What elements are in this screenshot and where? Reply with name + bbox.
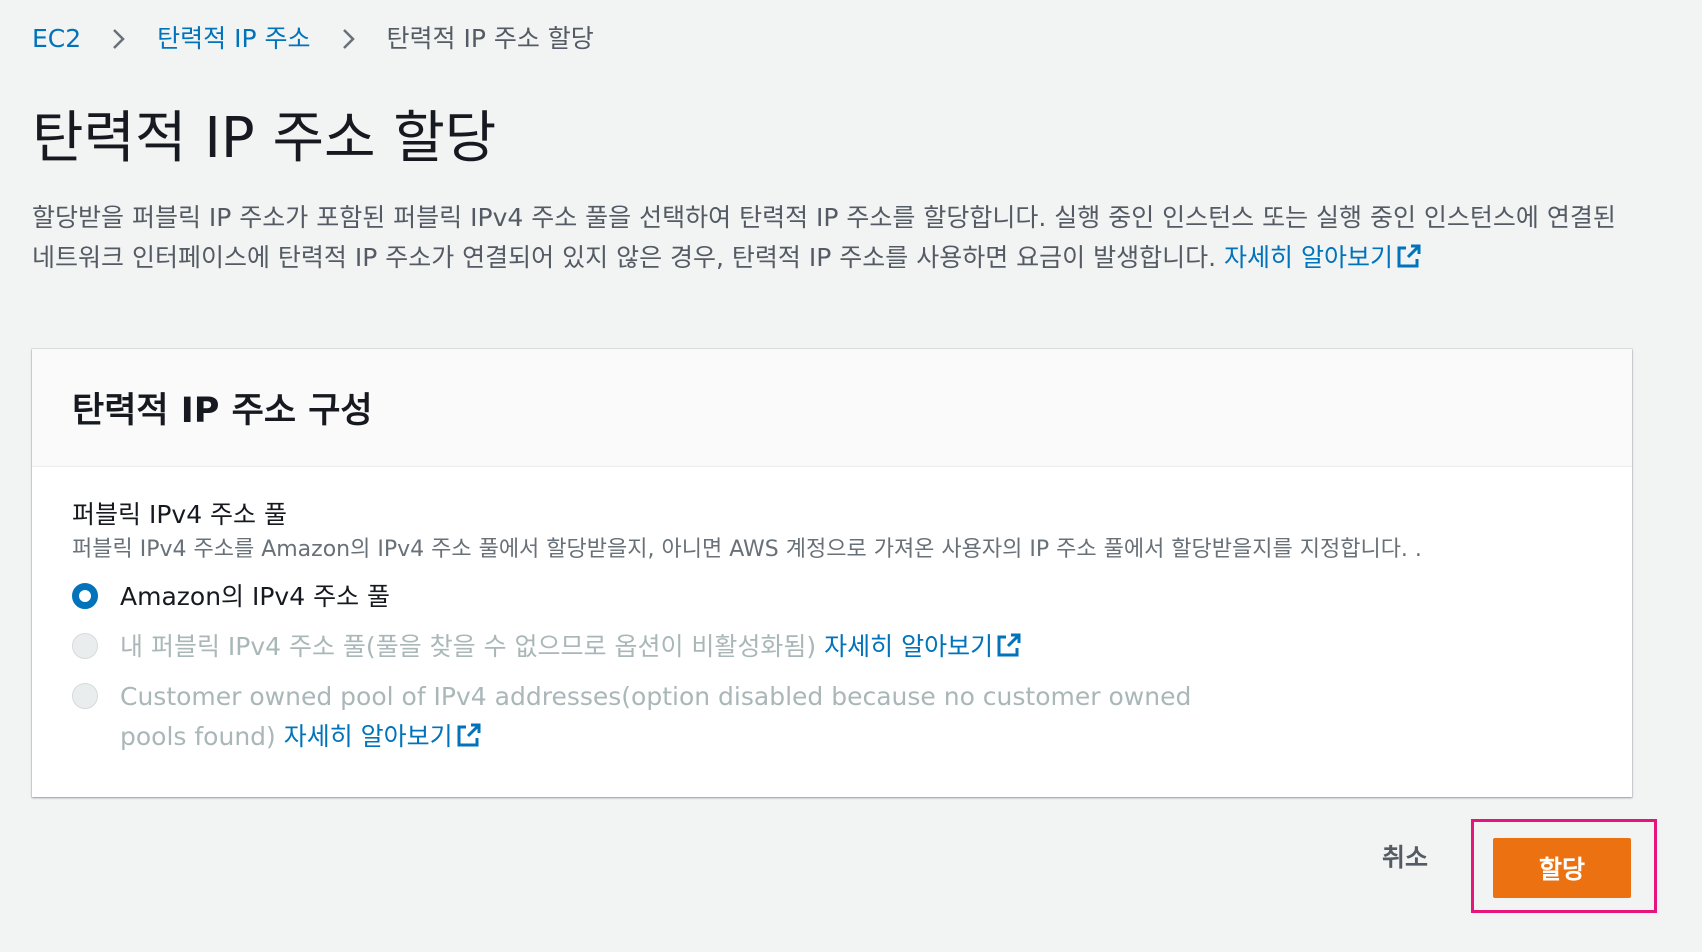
field-label: 퍼블릭 IPv4 주소 풀	[72, 500, 287, 529]
chevron-right-icon	[311, 20, 387, 58]
option-byoip-pool-label: 내 퍼블릭 IPv4 주소 풀(풀을 찾을 수 없으므로 옵션이 비활성화됨) …	[120, 627, 1023, 667]
radio-amazon-pool[interactable]	[72, 583, 98, 609]
option-customer-owned-pool: Customer owned pool of IPv4 addresses(op…	[72, 677, 1592, 757]
learn-more-link[interactable]: 자세히 알아보기	[1224, 243, 1423, 272]
external-link-icon	[995, 631, 1023, 659]
customer-owned-learn-more-link[interactable]: 자세히 알아보기	[284, 722, 483, 751]
option-amazon-pool[interactable]: Amazon의 IPv4 주소 풀	[72, 577, 1592, 617]
page-description: 할당받을 퍼블릭 IP 주소가 포함된 퍼블릭 IPv4 주소 풀을 선택하여 …	[32, 198, 1632, 278]
option-byoip-pool-text: 내 퍼블릭 IPv4 주소 풀(풀을 찾을 수 없으므로 옵션이 비활성화됨)	[120, 632, 825, 661]
elastic-ip-settings-panel: 탄력적 IP 주소 구성 퍼블릭 IPv4 주소 풀 퍼블릭 IPv4 주소를 …	[32, 349, 1632, 797]
page-title: 탄력적 IP 주소 할당	[32, 106, 497, 171]
panel-title: 탄력적 IP 주소 구성	[72, 391, 373, 431]
learn-more-label: 자세히 알아보기	[1224, 243, 1393, 272]
panel-header: 탄력적 IP 주소 구성	[32, 349, 1632, 467]
chevron-right-icon	[81, 20, 157, 58]
cancel-button[interactable]: 취소	[1330, 838, 1480, 874]
customer-owned-learn-more-label: 자세히 알아보기	[283, 722, 453, 751]
panel-body: 퍼블릭 IPv4 주소 풀 퍼블릭 IPv4 주소를 Amazon의 IPv4 …	[32, 467, 1632, 757]
form-actions: 취소	[1330, 838, 1480, 874]
external-link-icon	[1395, 242, 1423, 270]
field-description: 퍼블릭 IPv4 주소를 Amazon의 IPv4 주소 풀에서 할당받을지, …	[72, 537, 1422, 562]
byoip-learn-more-link[interactable]: 자세히 알아보기	[824, 632, 1023, 661]
breadcrumb-current: 탄력적 IP 주소 할당	[386, 24, 594, 53]
radio-customer-owned-pool	[72, 683, 98, 709]
option-customer-owned-pool-label: Customer owned pool of IPv4 addresses(op…	[120, 677, 1250, 757]
option-byoip-pool: 내 퍼블릭 IPv4 주소 풀(풀을 찾을 수 없으므로 옵션이 비활성화됨) …	[72, 627, 1592, 667]
byoip-learn-more-label: 자세히 알아보기	[824, 632, 994, 661]
allocate-button[interactable]: 할당	[1493, 838, 1631, 898]
breadcrumb: EC2 탄력적 IP 주소 탄력적 IP 주소 할당	[32, 20, 594, 58]
option-amazon-pool-label: Amazon의 IPv4 주소 풀	[120, 582, 391, 611]
external-link-icon	[455, 721, 483, 749]
breadcrumb-elastic-ip-link[interactable]: 탄력적 IP 주소	[157, 20, 310, 58]
radio-byoip-pool	[72, 633, 98, 659]
option-customer-owned-pool-text: Customer owned pool of IPv4 addresses(op…	[120, 682, 1192, 751]
breadcrumb-ec2-link[interactable]: EC2	[32, 20, 81, 58]
